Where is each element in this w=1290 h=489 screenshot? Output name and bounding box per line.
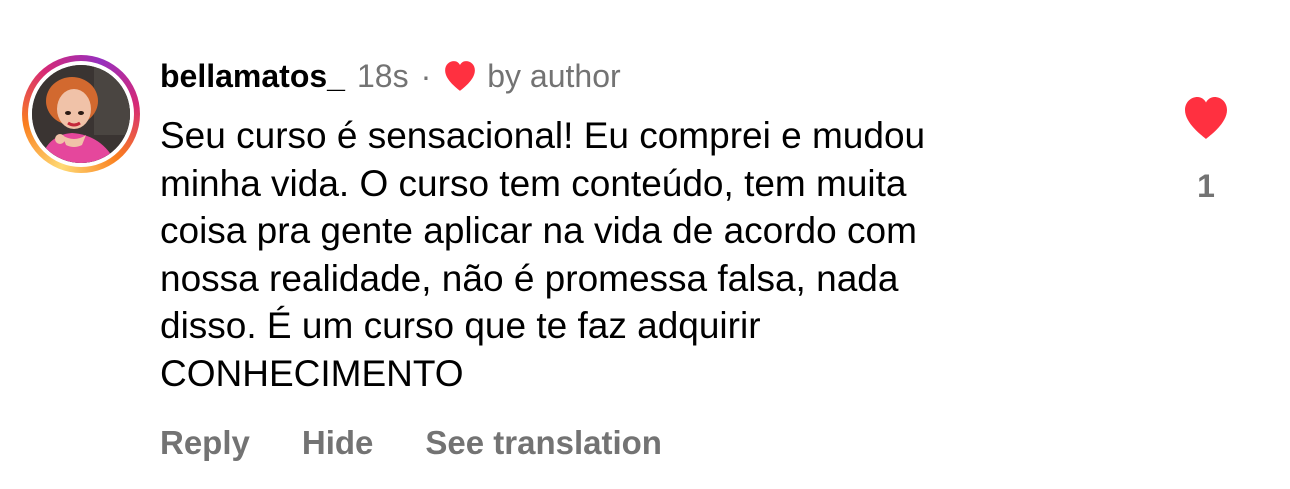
liked-by-author-label: by author [487, 57, 621, 94]
username[interactable]: bellamatos_ [160, 58, 345, 95]
comment: bellamatos_ 18s · by author Seu curso é … [0, 0, 1290, 489]
avatar-photo [32, 65, 130, 163]
reply-button[interactable]: Reply [160, 424, 250, 462]
like-heart-icon[interactable] [1182, 96, 1230, 140]
like-count[interactable]: 1 [1176, 168, 1236, 205]
hide-button[interactable]: Hide [302, 424, 374, 462]
comment-actions: Reply Hide See translation [160, 420, 662, 466]
heart-filled-icon [443, 60, 477, 92]
avatar-story-ring[interactable] [22, 55, 140, 173]
timestamp: 18s [356, 57, 409, 94]
separator-dot: · [420, 57, 432, 94]
see-translation-button[interactable]: See translation [425, 424, 662, 462]
comment-text: Seu curso é sensacional! Eu comprei e mu… [160, 115, 926, 394]
avatar [32, 65, 130, 163]
comment-header: bellamatos_ 18s · by author [160, 56, 621, 96]
